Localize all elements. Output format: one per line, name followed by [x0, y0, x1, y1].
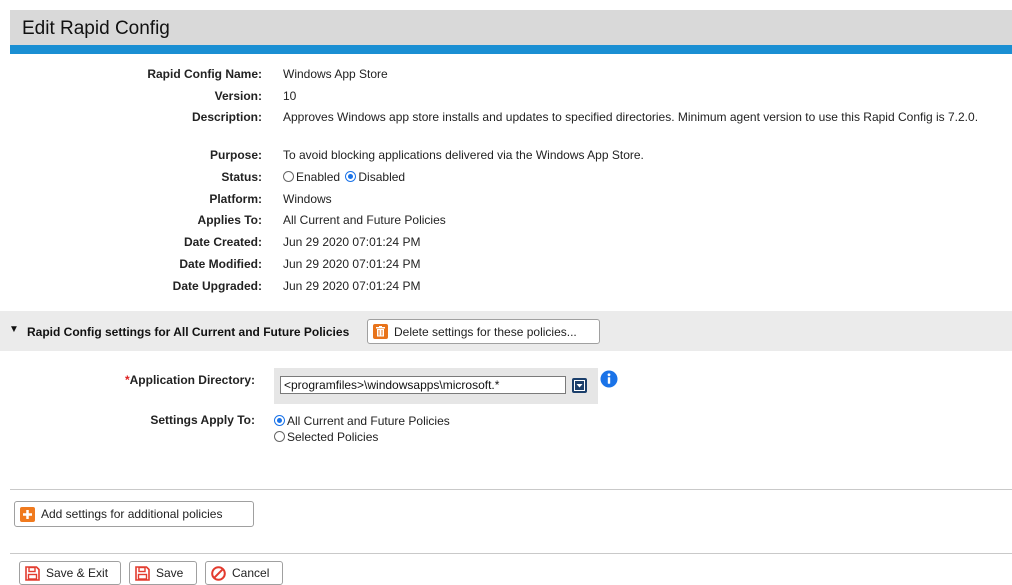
description-value: Approves Windows app store installs and … — [283, 110, 979, 124]
applies-row: Applies To: All Current and Future Polic… — [0, 211, 1012, 231]
delete-settings-label: Delete settings for these policies... — [394, 324, 577, 339]
status-row: Status: Enabled Disabled — [0, 168, 1012, 188]
save-icon — [135, 565, 150, 581]
trash-icon — [373, 324, 388, 339]
purpose-label: Purpose: — [209, 148, 262, 162]
upgraded-row: Date Upgraded: Jun 29 2020 07:01:24 PM — [0, 277, 1012, 297]
cancel-icon — [211, 565, 226, 581]
version-value: 10 — [283, 89, 297, 103]
info-icon[interactable] — [600, 370, 618, 391]
status-options: Enabled Disabled — [283, 170, 405, 184]
settings-section-bar: ▼ Rapid Config settings for All Current … — [0, 311, 1012, 351]
created-row: Date Created: Jun 29 2020 07:01:24 PM — [0, 233, 1012, 253]
appdir-panel — [274, 368, 598, 404]
modified-row: Date Modified: Jun 29 2020 07:01:24 PM — [0, 255, 1012, 275]
appdir-label: Application Directory: — [129, 373, 255, 387]
applies-value: All Current and Future Policies — [283, 213, 446, 227]
add-settings-button[interactable]: Add settings for additional policies — [14, 501, 254, 527]
applies-label: Applies To: — [197, 213, 262, 227]
apply-label: Settings Apply To: — [150, 413, 255, 427]
apply-options: All Current and Future Policies Selected… — [274, 413, 450, 445]
divider — [10, 489, 1012, 490]
version-row: Version: 10 — [0, 87, 1012, 107]
collapse-caret-icon[interactable]: ▼ — [9, 324, 19, 335]
save-exit-icon — [25, 565, 40, 581]
cancel-button[interactable]: Cancel — [205, 561, 283, 585]
appdir-input[interactable] — [280, 376, 566, 394]
cancel-label: Cancel — [232, 566, 270, 580]
upgraded-value: Jun 29 2020 07:01:24 PM — [283, 279, 421, 293]
purpose-row: Purpose: To avoid blocking applications … — [0, 146, 1012, 166]
name-value: Windows App Store — [283, 67, 388, 81]
name-label: Rapid Config Name: — [147, 67, 262, 81]
dropdown-arrow-icon[interactable] — [572, 378, 587, 393]
platform-label: Platform: — [209, 192, 262, 206]
modified-value: Jun 29 2020 07:01:24 PM — [283, 257, 421, 271]
add-icon — [20, 506, 35, 522]
appdir-label-wrap: *Application Directory: — [125, 373, 255, 387]
page-title: Edit Rapid Config — [22, 18, 170, 39]
save-label: Save — [156, 566, 184, 580]
name-row: Rapid Config Name: Windows App Store — [0, 65, 1012, 85]
page-header: Edit Rapid Config — [10, 10, 1012, 54]
add-settings-label: Add settings for additional policies — [41, 507, 223, 521]
created-value: Jun 29 2020 07:01:24 PM — [283, 235, 421, 249]
description-row: Description: Approves Windows app store … — [0, 108, 1012, 142]
divider-bottom — [10, 553, 1012, 554]
apply-selected-label[interactable]: Selected Policies — [287, 430, 378, 444]
version-label: Version: — [214, 89, 262, 103]
status-enabled-label[interactable]: Enabled — [296, 170, 340, 184]
upgraded-label: Date Upgraded: — [172, 279, 262, 293]
save-exit-button[interactable]: Save & Exit — [19, 561, 121, 585]
section-title[interactable]: Rapid Config settings for All Current an… — [27, 325, 349, 339]
save-button[interactable]: Save — [129, 561, 197, 585]
status-label: Status: — [221, 170, 262, 184]
description-label: Description: — [191, 110, 262, 124]
apply-all-label[interactable]: All Current and Future Policies — [287, 414, 450, 428]
platform-value: Windows — [283, 192, 332, 206]
apply-selected-radio[interactable] — [274, 431, 285, 442]
save-exit-label: Save & Exit — [46, 566, 109, 580]
status-disabled-radio[interactable] — [345, 171, 357, 182]
status-disabled-label[interactable]: Disabled — [358, 170, 405, 184]
apply-all-radio[interactable] — [274, 415, 285, 426]
modified-label: Date Modified: — [179, 257, 262, 271]
delete-settings-button[interactable]: Delete settings for these policies... — [367, 319, 600, 344]
created-label: Date Created: — [183, 235, 262, 249]
purpose-value: To avoid blocking applications delivered… — [283, 148, 644, 162]
status-enabled-radio[interactable] — [283, 171, 294, 182]
platform-row: Platform: Windows — [0, 190, 1012, 210]
